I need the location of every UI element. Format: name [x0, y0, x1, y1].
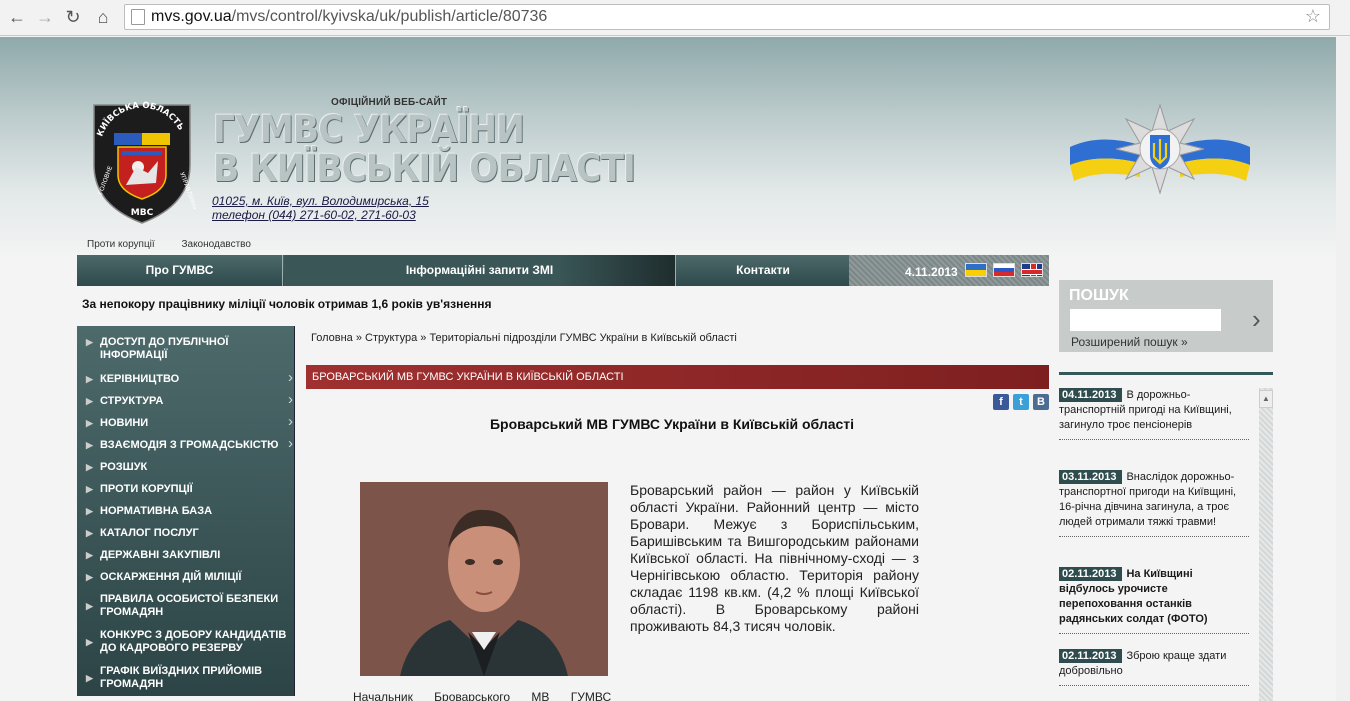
- sidebar-item-label: КАТАЛОГ ПОСЛУГ: [100, 527, 199, 539]
- search-panel: ПОШУК › Розширений пошук »: [1059, 280, 1273, 352]
- divider: [1059, 372, 1273, 375]
- url-host: mvs.gov.ua: [151, 8, 232, 25]
- vkontakte-share-icon[interactable]: B: [1033, 394, 1049, 410]
- search-label: ПОШУК: [1069, 287, 1129, 304]
- sidebar-item-label: РОЗШУК: [100, 461, 148, 473]
- current-date: 4.11.2013: [905, 265, 958, 279]
- news-ticker[interactable]: За непокору працівнику міліції чоловік о…: [82, 297, 492, 311]
- url-path: /mvs/control/kyivska/uk/publish/article/…: [231, 8, 548, 25]
- scroll-up-icon[interactable]: ▲: [1259, 390, 1273, 408]
- search-input[interactable]: [1070, 309, 1221, 331]
- bullet-icon: ▶: [86, 418, 93, 428]
- link-legislation[interactable]: Законодавство: [181, 239, 250, 250]
- page-scrollbar[interactable]: [1336, 37, 1350, 701]
- list-item[interactable]: 02.11.2013 Зброю краще здати добровільно: [1059, 649, 1249, 686]
- sidebar-item-label: ВЗАЄМОДІЯ З ГРОМАДСЬКІСТЮ: [100, 439, 279, 451]
- menu-contacts[interactable]: Контакти: [677, 255, 849, 286]
- chevron-right-icon: ›: [288, 435, 293, 452]
- sidebar-item-label: КОНКУРС З ДОБОРУ КАНДИДАТІВ ДО КАДРОВОГО…: [100, 629, 287, 654]
- sidebar-nav: ▶ ДОСТУП ДО ПУБЛІЧНОЇ ІНФОРМАЦІЇ ▶ КЕРІВНИ…: [77, 326, 295, 696]
- top-links: Проти корупції Законодавство: [87, 239, 275, 250]
- chevron-right-icon: ›: [288, 369, 293, 386]
- forward-icon[interactable]: →: [34, 6, 56, 28]
- sidebar-item-label: ДЕРЖАВНІ ЗАКУПІВЛІ: [100, 549, 221, 561]
- news-date-badge: 02.11.2013: [1059, 649, 1123, 663]
- link-anti-corruption[interactable]: Проти корупції: [87, 239, 155, 250]
- home-icon[interactable]: ⌂: [92, 6, 114, 28]
- bullet-icon: ▶: [86, 462, 93, 472]
- official-site-label: ОФІЦІЙНИЙ ВЕБ-САЙТ: [331, 97, 448, 108]
- breadcrumb[interactable]: Головна » Структура » Територіальні підр…: [311, 332, 737, 344]
- page-icon: [131, 9, 145, 25]
- site-title-line1: ГУМВС УКРАЇНИ: [213, 108, 525, 151]
- svg-text:МВС: МВС: [131, 208, 154, 218]
- bullet-icon: ▶: [86, 601, 93, 611]
- main-menu: Про ГУМВС Інформаційні запити ЗМІ Контак…: [77, 255, 1049, 286]
- bullet-icon: ▶: [86, 484, 93, 494]
- article-paragraph-2: Начальник Броварського МВ ГУМВС: [353, 690, 612, 701]
- article-paragraph: Броварський район — район у Київській об…: [630, 482, 919, 634]
- flag-ukraine-icon[interactable]: [965, 263, 987, 277]
- news-date-badge: 02.11.2013: [1059, 567, 1123, 581]
- sidebar-item-label: ДОСТУП ДО ПУБЛІЧНОЇ ІНФОРМАЦІЇ: [100, 336, 229, 361]
- bullet-icon: ▶: [86, 506, 93, 516]
- section-bar: БРОВАРСЬКИЙ МВ ГУМВС УКРАЇНИ В КИЇВСЬКІЙ…: [306, 365, 1049, 389]
- list-item[interactable]: 02.11.2013 На Київщині відбулось урочисте…: [1059, 567, 1249, 634]
- search-submit-chevron-icon[interactable]: ›: [1252, 306, 1261, 332]
- url-text[interactable]: mvs.gov.ua/mvs/control/kyivska/uk/publis…: [151, 8, 547, 26]
- sidebar-item-label: ГРАФІК ВИЇЗДНИХ ПРИЙОМІВ ГРОМАДЯН: [100, 665, 263, 690]
- bullet-icon: ▶: [86, 572, 93, 582]
- sidebar-item-label: ПРАВИЛА ОСОБИСТОЇ БЕЗПЕКИ ГРОМАДЯН: [100, 593, 279, 618]
- browser-toolbar: ← → ↻ ⌂ mvs.gov.ua/mvs/control/kyivska/u…: [0, 0, 1350, 36]
- sidebar-item-label: НОВИНИ: [100, 417, 149, 429]
- bullet-icon: ▶: [86, 440, 93, 450]
- article-title: Броварський МВ ГУМВС України в Київській…: [489, 416, 855, 432]
- reload-icon[interactable]: ↻: [62, 6, 84, 28]
- address-block[interactable]: 01025, м. Київ, вул. Володимирська, 15 т…: [212, 194, 429, 222]
- chevron-right-icon: ›: [288, 391, 293, 408]
- sidebar-item-label: ОСКАРЖЕННЯ ДІЙ МІЛІЦІЇ: [100, 571, 242, 583]
- list-item[interactable]: 03.11.2013 Внаслідок дорожньо-транспортно…: [1059, 470, 1249, 537]
- bullet-icon: ▶: [86, 374, 93, 384]
- bookmark-star-icon[interactable]: ☆: [1305, 6, 1321, 27]
- bullet-icon: ▶: [86, 528, 93, 538]
- news-date-badge: 03.11.2013: [1059, 470, 1123, 484]
- menu-media-requests[interactable]: Інформаційні запити ЗМІ: [284, 255, 676, 286]
- news-scrollbar[interactable]: ▲: [1259, 388, 1273, 701]
- chevron-right-icon: ›: [288, 413, 293, 430]
- flag-uk-icon[interactable]: [1021, 263, 1043, 277]
- sidebar-item-label: КЕРІВНИЦТВО: [100, 373, 180, 385]
- list-item[interactable]: 04.11.2013 В дорожньо-транспортній пригод…: [1059, 388, 1249, 440]
- flag-russia-icon[interactable]: [993, 263, 1015, 277]
- date-lang-panel: 4.11.2013: [849, 255, 1049, 286]
- facebook-share-icon[interactable]: f: [993, 394, 1009, 410]
- chief-portrait-photo: [360, 482, 608, 676]
- address-line: 01025, м. Київ, вул. Володимирська, 15: [212, 194, 429, 208]
- police-emblem-logo[interactable]: КИЇВСЬКА ОБЛАСТЬ МВС ГОЛОВНЕ УПРАВЛІННЯ: [88, 95, 196, 225]
- bullet-icon: ▶: [86, 396, 93, 406]
- bullet-icon: ▶: [86, 550, 93, 560]
- back-icon[interactable]: ←: [6, 6, 28, 28]
- ministry-star-logo: [1070, 103, 1250, 195]
- bullet-icon: ▶: [86, 637, 93, 647]
- address-bar[interactable]: mvs.gov.ua/mvs/control/kyivska/uk/publis…: [124, 4, 1330, 30]
- site-title-line2: В КИЇВСЬКІЙ ОБЛАСТІ: [213, 147, 636, 190]
- twitter-share-icon[interactable]: t: [1013, 394, 1029, 410]
- sidebar-item-label: ПРОТИ КОРУПЦІЇ: [100, 483, 193, 495]
- site-title[interactable]: ГУМВС УКРАЇНИ В КИЇВСЬКІЙ ОБЛАСТІ: [213, 108, 636, 190]
- advanced-search-link[interactable]: Розширений пошук »: [1071, 335, 1188, 349]
- sidebar-item-label: СТРУКТУРА: [100, 395, 164, 407]
- sidebar-item-label: НОРМАТИВНА БАЗА: [100, 505, 213, 517]
- news-date-badge: 04.11.2013: [1059, 388, 1123, 402]
- menu-about[interactable]: Про ГУМВС: [77, 255, 283, 286]
- bullet-icon: ▶: [86, 337, 93, 347]
- bullet-icon: ▶: [86, 673, 93, 683]
- phone-line: телефон (044) 271-60-02, 271-60-03: [212, 208, 416, 222]
